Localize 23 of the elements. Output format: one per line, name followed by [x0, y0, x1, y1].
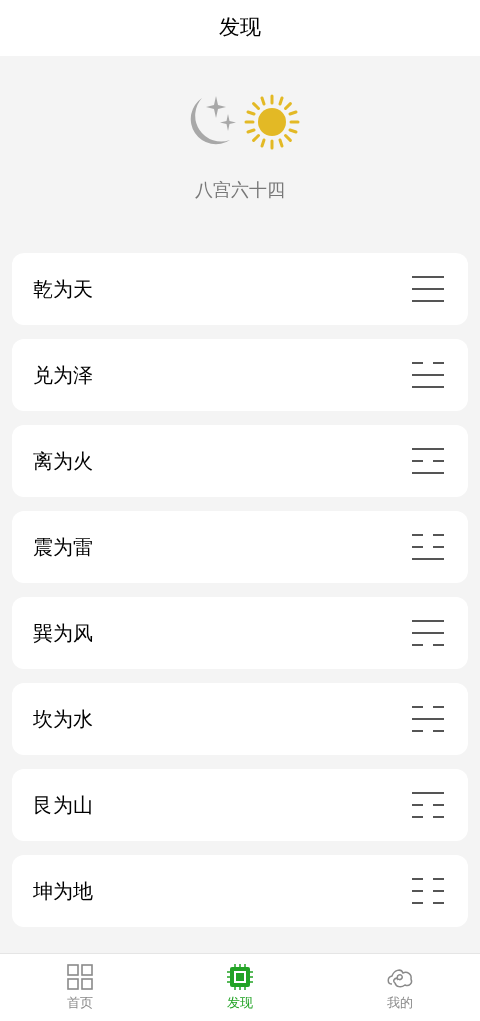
tab-button[interactable]: 我的: [320, 954, 480, 1021]
sun-icon: [244, 94, 300, 150]
tab-button[interactable]: 首页: [0, 954, 160, 1021]
list-item[interactable]: 巽为风: [12, 597, 468, 669]
grid-icon: [67, 964, 93, 991]
trigram-icon: [412, 791, 444, 819]
trigram-icon: [412, 447, 444, 475]
list-item[interactable]: 乾为天: [12, 253, 468, 325]
list-item[interactable]: 离为火: [12, 425, 468, 497]
list-item[interactable]: 坎为水: [12, 683, 468, 755]
trigram-icon: [412, 361, 444, 389]
trigram-icon: [412, 533, 444, 561]
list-item[interactable]: 坤为地: [12, 855, 468, 927]
subtitle: 八宫六十四: [195, 178, 285, 202]
trigram-icon: [412, 877, 444, 905]
trigram-icon: [412, 275, 444, 303]
chip-icon: [227, 964, 253, 991]
list-item[interactable]: 艮为山: [12, 769, 468, 841]
list-item[interactable]: 兑为泽: [12, 339, 468, 411]
page-title: 发现: [219, 14, 261, 42]
trigram-icon: [412, 705, 444, 733]
trigram-icon: [412, 619, 444, 647]
list-item[interactable]: 震为雷: [12, 511, 468, 583]
